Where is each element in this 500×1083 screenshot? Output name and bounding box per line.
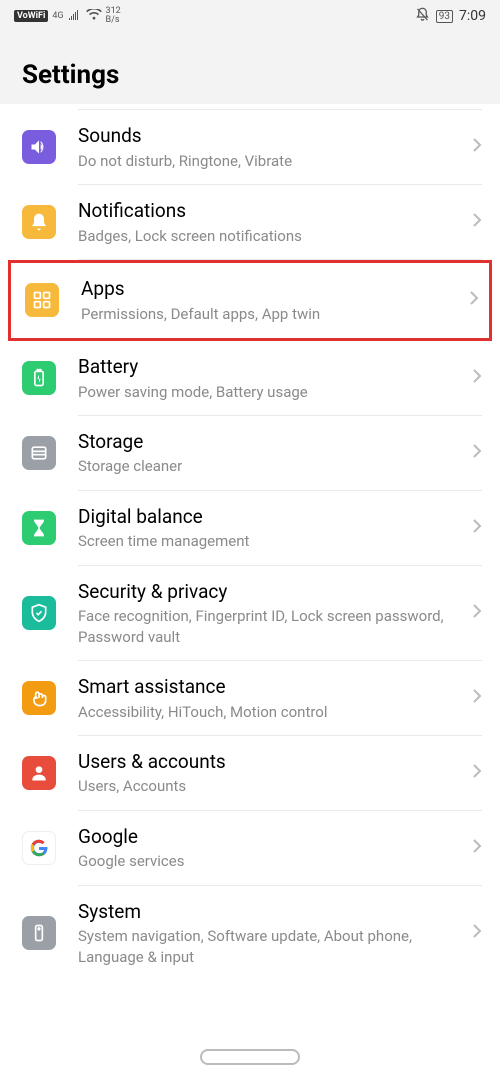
apps-icon bbox=[25, 283, 59, 317]
chevron-right-icon bbox=[472, 923, 482, 943]
item-title: Apps bbox=[81, 277, 459, 302]
vowifi-indicator: VoWiFi bbox=[14, 10, 48, 22]
battery-icon bbox=[22, 361, 56, 395]
item-subtitle: Storage cleaner bbox=[78, 456, 462, 476]
google-icon bbox=[22, 831, 56, 865]
item-subtitle: Do not disturb, Ringtone, Vibrate bbox=[78, 151, 462, 171]
chevron-right-icon bbox=[472, 212, 482, 232]
network-indicator: 4G bbox=[52, 11, 63, 21]
status-left: VoWiFi 4G 312 B/s bbox=[14, 7, 121, 25]
page-title: Settings bbox=[22, 60, 478, 90]
smart-assistance-icon bbox=[22, 681, 56, 715]
chevron-right-icon bbox=[472, 763, 482, 783]
item-subtitle: Google services bbox=[78, 851, 462, 871]
navigation-pill[interactable] bbox=[200, 1049, 300, 1065]
storage-icon bbox=[22, 436, 56, 470]
clock: 7:09 bbox=[459, 8, 486, 24]
chevron-right-icon bbox=[472, 688, 482, 708]
chevron-right-icon bbox=[472, 137, 482, 157]
security-icon bbox=[22, 596, 56, 630]
item-subtitle: Power saving mode, Battery usage bbox=[78, 382, 462, 402]
chevron-right-icon bbox=[469, 290, 479, 310]
sounds-icon bbox=[22, 130, 56, 164]
item-title: Storage bbox=[78, 430, 462, 455]
item-title: Digital balance bbox=[78, 505, 462, 530]
settings-item-battery[interactable]: Battery Power saving mode, Battery usage bbox=[0, 341, 500, 416]
chevron-right-icon bbox=[472, 368, 482, 388]
item-subtitle: Face recognition, Fingerprint ID, Lock s… bbox=[78, 606, 462, 647]
battery-indicator: 93 bbox=[436, 10, 453, 23]
settings-item-smart-assistance[interactable]: Smart assistance Accessibility, HiTouch,… bbox=[0, 661, 500, 736]
wifi-icon bbox=[86, 9, 102, 24]
item-title: Google bbox=[78, 825, 462, 850]
settings-item-system[interactable]: System System navigation, Software updat… bbox=[0, 886, 500, 981]
item-subtitle: Users, Accounts bbox=[78, 776, 462, 796]
chevron-right-icon bbox=[472, 603, 482, 623]
chevron-right-icon bbox=[472, 443, 482, 463]
settings-item-storage[interactable]: Storage Storage cleaner bbox=[0, 416, 500, 491]
settings-item-sounds[interactable]: Sounds Do not disturb, Ringtone, Vibrate bbox=[0, 110, 500, 185]
signal-bars-icon bbox=[68, 9, 82, 23]
item-title: Sounds bbox=[78, 124, 462, 149]
item-subtitle: Permissions, Default apps, App twin bbox=[81, 304, 459, 324]
system-icon bbox=[22, 916, 56, 950]
highlighted-item-container: Apps Permissions, Default apps, App twin bbox=[8, 260, 492, 341]
speed-indicator: 312 B/s bbox=[106, 7, 121, 25]
item-title: Smart assistance bbox=[78, 675, 462, 700]
item-subtitle: Screen time management bbox=[78, 531, 462, 551]
users-icon bbox=[22, 756, 56, 790]
settings-item-google[interactable]: Google Google services bbox=[0, 811, 500, 886]
status-bar: VoWiFi 4G 312 B/s 93 7:09 bbox=[0, 0, 500, 32]
chevron-right-icon bbox=[472, 518, 482, 538]
item-subtitle: Badges, Lock screen notifications bbox=[78, 226, 462, 246]
notifications-icon bbox=[22, 205, 56, 239]
mute-icon bbox=[415, 7, 430, 25]
item-title: Notifications bbox=[78, 199, 462, 224]
item-subtitle: System navigation, Software update, Abou… bbox=[78, 926, 462, 967]
item-title: Security & privacy bbox=[78, 580, 462, 605]
item-subtitle: Accessibility, HiTouch, Motion control bbox=[78, 702, 462, 722]
digital-balance-icon bbox=[22, 511, 56, 545]
settings-list: Sounds Do not disturb, Ringtone, Vibrate… bbox=[0, 104, 500, 981]
settings-item-users[interactable]: Users & accounts Users, Accounts bbox=[0, 736, 500, 811]
item-title: Users & accounts bbox=[78, 750, 462, 775]
settings-item-security[interactable]: Security & privacy Face recognition, Fin… bbox=[0, 566, 500, 661]
chevron-right-icon bbox=[472, 838, 482, 858]
settings-item-notifications[interactable]: Notifications Badges, Lock screen notifi… bbox=[0, 185, 500, 260]
status-right: 93 7:09 bbox=[415, 7, 486, 25]
page-header: Settings bbox=[0, 32, 500, 104]
settings-item-apps[interactable]: Apps Permissions, Default apps, App twin bbox=[11, 263, 489, 338]
item-title: Battery bbox=[78, 355, 462, 380]
item-title: System bbox=[78, 900, 462, 925]
settings-item-digital-balance[interactable]: Digital balance Screen time management bbox=[0, 491, 500, 566]
